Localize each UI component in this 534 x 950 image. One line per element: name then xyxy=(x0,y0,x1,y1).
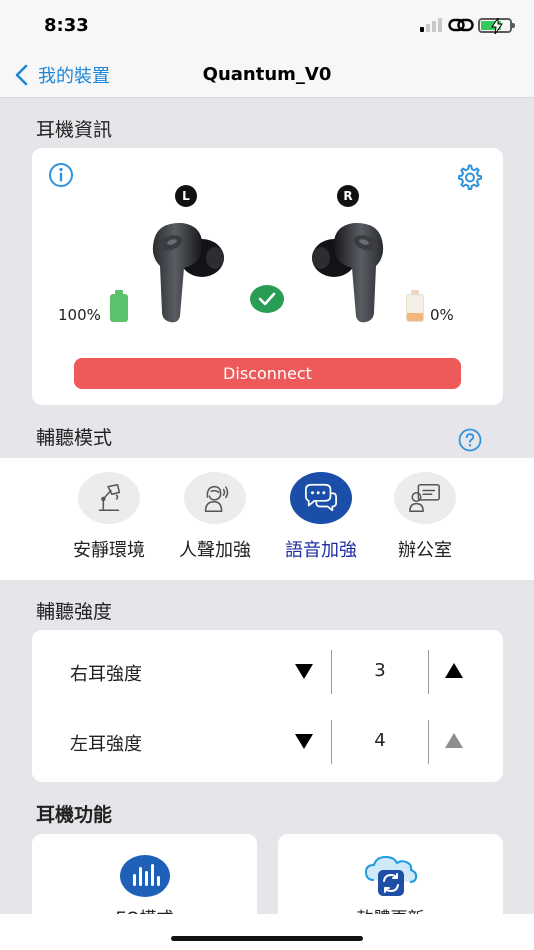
mode-office[interactable]: 辦公室 xyxy=(380,472,470,562)
right-earbud-badge: R xyxy=(337,185,359,207)
home-indicator[interactable] xyxy=(171,936,363,941)
strength-label: 右耳強度 xyxy=(70,664,142,685)
page-title: Quantum_V0 xyxy=(202,64,332,85)
hearing-strength-title: 輔聽強度 xyxy=(36,601,113,623)
decrease-triangle-icon[interactable] xyxy=(294,732,314,750)
speech-bubbles-icon xyxy=(290,472,352,524)
strength-label: 左耳強度 xyxy=(70,734,142,755)
voice-person-icon xyxy=(184,472,246,524)
desk-lamp-icon xyxy=(78,472,140,524)
earbud-functions-title: 耳機功能 xyxy=(36,804,113,826)
hearing-mode-title: 輔聽模式 xyxy=(36,427,113,449)
home-bar-area xyxy=(0,914,534,950)
left-earbud-image xyxy=(152,222,224,323)
info-icon[interactable] xyxy=(48,162,74,188)
left-battery-percent: 100% xyxy=(58,306,101,324)
mode-label: 語音加強 xyxy=(285,540,357,561)
hearing-mode-card: 安靜環境 人聲加強 語音加強 辦公室 xyxy=(32,458,503,580)
equalizer-icon xyxy=(120,855,170,897)
right-battery-percent: 0% xyxy=(430,306,454,324)
navigation-bar: 我的裝置 Quantum_V0 xyxy=(0,50,534,98)
increase-triangle-icon[interactable] xyxy=(444,732,464,750)
help-icon[interactable] xyxy=(458,428,482,452)
decrease-triangle-icon[interactable] xyxy=(294,662,314,680)
connected-check-icon xyxy=(250,285,284,313)
earbud-info-card: L R 100% 0% Disconnect xyxy=(32,148,503,405)
hearing-strength-card: 右耳強度 3 左耳強度 4 xyxy=(32,630,503,782)
hotspot-link-icon xyxy=(448,18,474,32)
strength-value: 3 xyxy=(374,660,386,681)
mode-label: 辦公室 xyxy=(398,540,452,561)
software-update-card[interactable]: 軟體更新 xyxy=(278,834,503,924)
left-earbud-badge: L xyxy=(175,185,197,207)
eq-mode-card[interactable]: EQ模式 xyxy=(32,834,257,924)
increase-triangle-icon[interactable] xyxy=(444,662,464,680)
office-person-icon xyxy=(394,472,456,524)
cellular-signal-icon xyxy=(420,18,444,32)
divider xyxy=(428,720,429,764)
battery-charging-icon xyxy=(478,18,515,34)
left-ear-strength-row: 左耳強度 4 xyxy=(32,720,503,764)
right-battery-icon xyxy=(406,290,424,322)
mode-label: 人聲加強 xyxy=(179,540,251,561)
mode-speech-enhance[interactable]: 語音加強 xyxy=(276,472,366,562)
mode-label: 安靜環境 xyxy=(73,540,145,561)
mode-quiet-environment[interactable]: 安靜環境 xyxy=(64,472,154,562)
strength-value: 4 xyxy=(374,730,386,751)
earbud-info-title: 耳機資訊 xyxy=(36,119,113,141)
right-earbud-image xyxy=(312,222,384,323)
disconnect-button[interactable]: Disconnect xyxy=(74,358,461,389)
mode-voice-enhance[interactable]: 人聲加強 xyxy=(170,472,260,562)
left-battery-icon xyxy=(110,290,128,322)
right-ear-strength-row: 右耳強度 3 xyxy=(32,650,503,694)
gear-icon[interactable] xyxy=(455,163,483,191)
divider xyxy=(428,650,429,694)
status-bar: 8:33 xyxy=(0,0,534,50)
status-time: 8:33 xyxy=(44,15,89,36)
cloud-sync-icon xyxy=(364,855,418,896)
